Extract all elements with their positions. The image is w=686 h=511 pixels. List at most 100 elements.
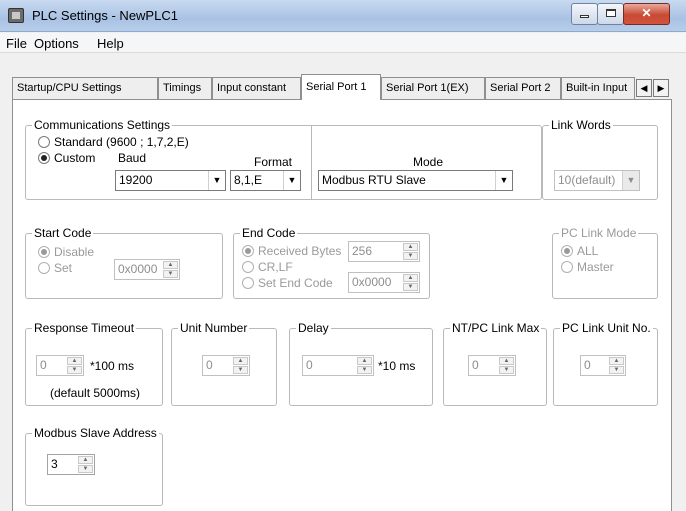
pc-link-all-label: ALL [577,244,599,258]
delay-legend: Delay [296,321,331,335]
pc-link-all-radio[interactable] [561,245,573,257]
start-set-radio[interactable] [38,262,50,274]
baud-select[interactable]: 19200 ▼ [115,170,226,191]
start-code-value: 0x0000 [118,262,158,276]
set-end-code-spinner[interactable]: 0x0000 ▲ ▼ [348,272,420,293]
standard-radio[interactable] [38,136,50,148]
start-code-spinner[interactable]: 0x0000 ▲ ▼ [114,259,180,280]
baud-label: Baud [118,151,147,165]
spin-down-icon[interactable]: ▼ [357,366,372,374]
crlf-radio[interactable] [242,261,254,273]
spin-up-icon[interactable]: ▲ [163,261,178,269]
nt-pc-link-max-spinner[interactable]: 0 ▲ ▼ [468,355,516,376]
format-select[interactable]: 8,1,E ▼ [230,170,301,191]
menu-options[interactable]: Options [34,36,79,51]
delay-spinner[interactable]: 0 ▲ ▼ [302,355,374,376]
menu-file[interactable]: File [6,36,27,51]
chevron-down-icon: ▼ [622,171,639,190]
close-button[interactable]: ✕ [623,3,670,25]
menu-bar: File Options Help [0,33,686,53]
unit-number-legend: Unit Number [178,321,250,335]
chevron-down-icon: ▼ [208,171,225,190]
minimize-icon [580,15,589,18]
spin-up-icon[interactable]: ▲ [609,357,624,365]
set-end-code-radio[interactable] [242,277,254,289]
mode-value: Modbus RTU Slave [322,173,426,187]
tab-input-constant[interactable]: Input constant [212,77,301,99]
spin-up-icon[interactable]: ▲ [233,357,248,365]
response-timeout-note: (default 5000ms) [50,386,141,400]
tab-strip: Startup/CPU Settings Timings Input const… [12,74,672,100]
pc-link-unit-no-legend: PC Link Unit No. [560,321,653,335]
received-bytes-label: Received Bytes [258,244,342,258]
tab-scroll-right-icon[interactable]: ▶ [653,79,669,97]
spin-up-icon[interactable]: ▲ [67,357,82,365]
modbus-slave-address-legend: Modbus Slave Address [32,426,159,440]
pc-link-unit-no-spinner[interactable]: 0 ▲ ▼ [580,355,626,376]
tab-serial-port-2[interactable]: Serial Port 2 [485,77,561,99]
start-code-legend: Start Code [32,226,94,240]
spin-up-icon[interactable]: ▲ [499,357,514,365]
unit-number-spinner[interactable]: 0 ▲ ▼ [202,355,250,376]
tab-serial-port-1[interactable]: Serial Port 1 [301,74,381,100]
received-bytes-spinner[interactable]: 256 ▲ ▼ [348,241,420,262]
tab-serial-port-1-ex[interactable]: Serial Port 1(EX) [381,77,485,99]
response-timeout-unit: *100 ms [90,359,135,373]
maximize-icon [605,9,616,17]
crlf-label: CR,LF [258,260,293,274]
unit-number-group: Unit Number 0 ▲ ▼ [171,321,277,406]
communications-settings-group: Communications Settings Standard (9600 ;… [25,118,542,200]
spin-up-icon[interactable]: ▲ [357,357,372,365]
link-words-legend: Link Words [549,118,613,132]
chevron-down-icon: ▼ [283,171,300,190]
spin-up-icon[interactable]: ▲ [403,243,418,251]
pc-link-unit-no-group: PC Link Unit No. 0 ▲ ▼ [553,321,658,406]
received-bytes-radio[interactable] [242,245,254,257]
response-timeout-value: 0 [40,358,47,372]
plc-app-icon [8,8,24,23]
start-disable-radio[interactable] [38,246,50,258]
custom-radio-label: Custom [54,151,96,165]
response-timeout-group: Response Timeout 0 ▲ ▼ *100 ms (default 5… [25,321,163,406]
nt-pc-link-max-legend: NT/PC Link Max [450,321,542,335]
format-label: Format [254,155,293,169]
pc-link-mode-legend: PC Link Mode [559,226,639,240]
modbus-slave-address-value: 3 [51,457,58,471]
response-timeout-legend: Response Timeout [32,321,137,335]
spin-down-icon[interactable]: ▼ [403,252,418,260]
link-words-select[interactable]: 10(default) ▼ [554,170,640,191]
serial-port-1-panel: Communications Settings Standard (9600 ;… [12,99,672,511]
spin-up-icon[interactable]: ▲ [78,456,93,464]
maximize-button[interactable] [597,3,624,25]
spin-up-icon[interactable]: ▲ [403,274,418,282]
nt-pc-link-max-value: 0 [472,358,479,372]
delay-group: Delay 0 ▲ ▼ *10 ms [289,321,433,406]
response-timeout-spinner[interactable]: 0 ▲ ▼ [36,355,84,376]
set-end-code-value: 0x0000 [352,275,392,289]
tab-built-in-input[interactable]: Built-in Input [561,77,635,99]
spin-down-icon[interactable]: ▼ [78,465,93,473]
unit-number-value: 0 [206,358,213,372]
end-code-group: End Code Received Bytes 256 ▲ ▼ CR,LF Set… [233,226,430,299]
minimize-button[interactable] [571,3,598,25]
close-icon: ✕ [641,6,652,20]
spin-down-icon[interactable]: ▼ [163,270,178,278]
modbus-slave-address-spinner[interactable]: 3 ▲ ▼ [47,454,95,475]
end-code-legend: End Code [240,226,298,240]
mode-select[interactable]: Modbus RTU Slave ▼ [318,170,513,191]
pc-link-master-label: Master [577,260,614,274]
title-bar: PLC Settings - NewPLC1 ✕ [0,0,686,32]
start-disable-label: Disable [54,245,95,259]
menu-help[interactable]: Help [97,36,124,51]
baud-value: 19200 [119,173,153,187]
pc-link-master-radio[interactable] [561,261,573,273]
tab-startup-cpu-settings[interactable]: Startup/CPU Settings [12,77,158,99]
tab-timings[interactable]: Timings [158,77,212,99]
tab-scroll-left-icon[interactable]: ◀ [636,79,652,97]
custom-radio[interactable] [38,152,50,164]
spin-down-icon[interactable]: ▼ [403,283,418,291]
spin-down-icon[interactable]: ▼ [67,366,82,374]
spin-down-icon[interactable]: ▼ [499,366,514,374]
spin-down-icon[interactable]: ▼ [233,366,248,374]
spin-down-icon[interactable]: ▼ [609,366,624,374]
